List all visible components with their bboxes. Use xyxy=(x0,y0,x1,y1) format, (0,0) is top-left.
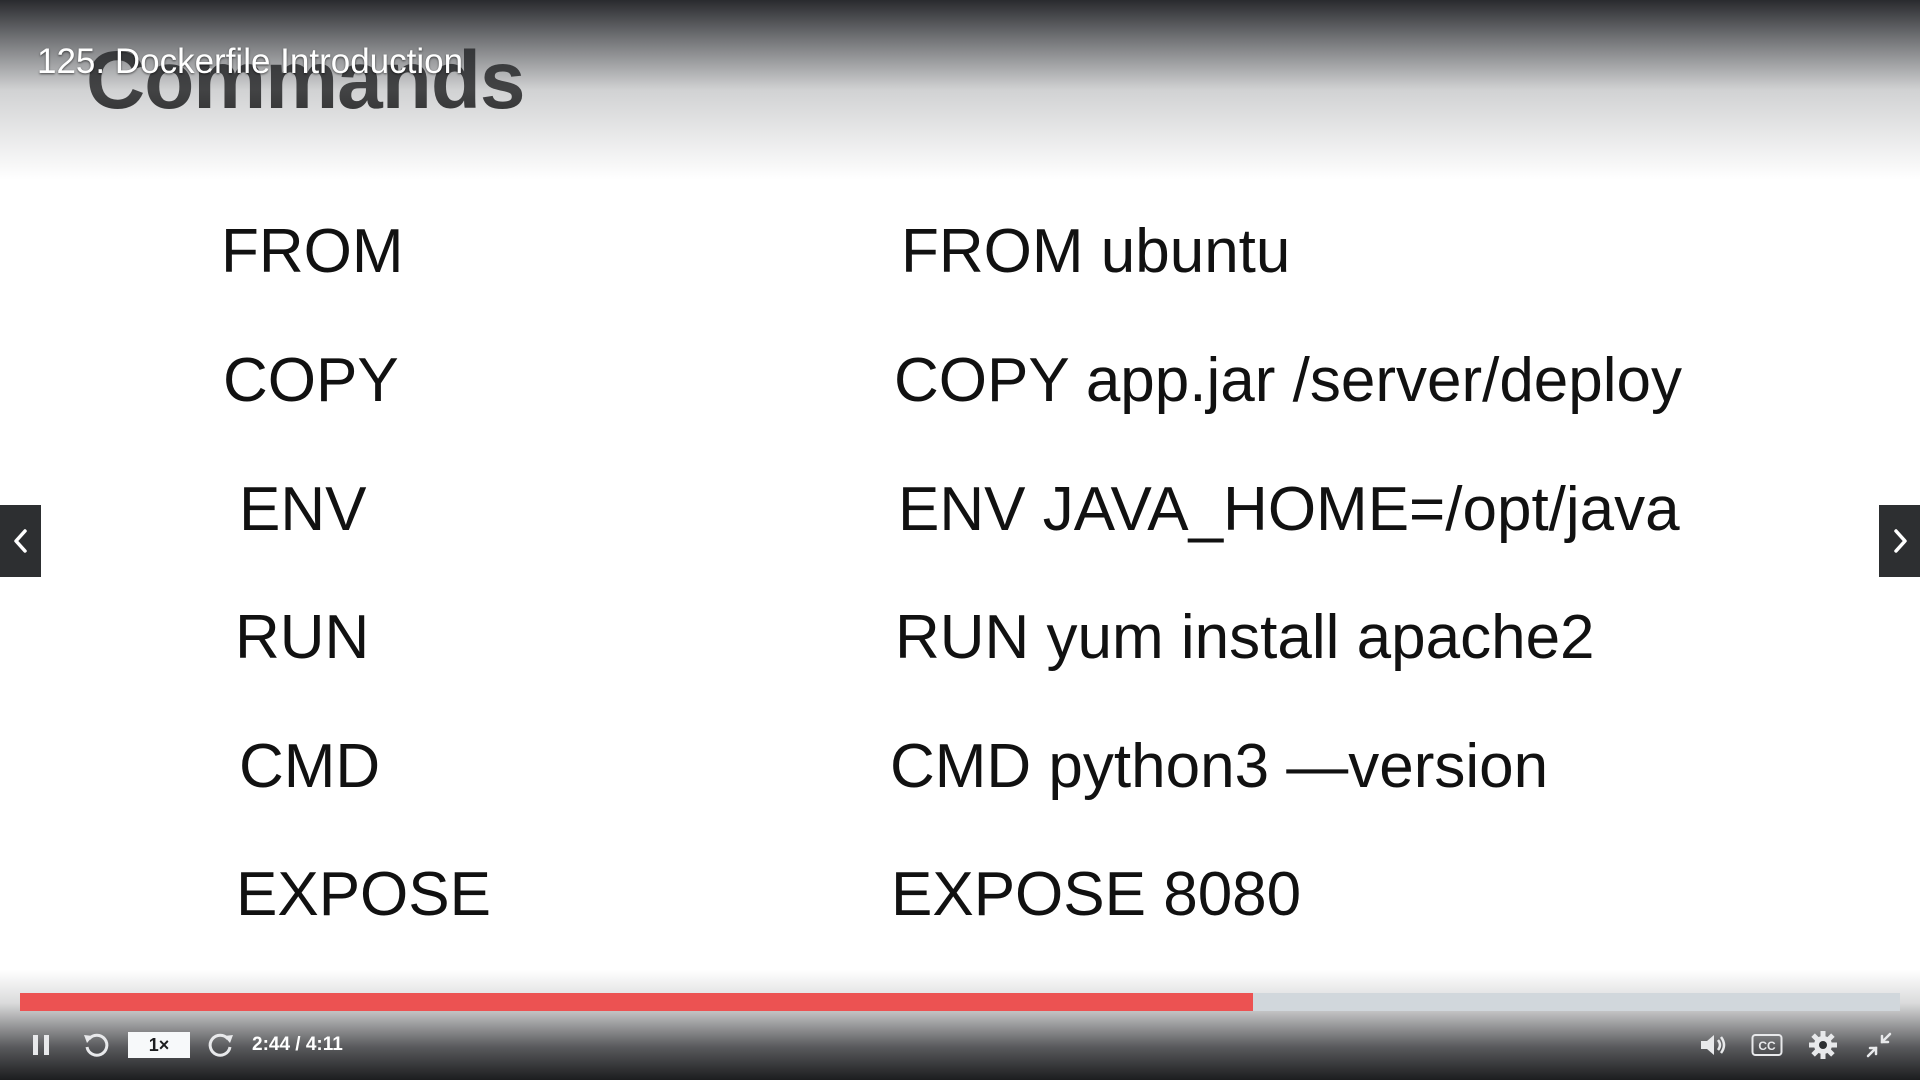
command-row: RUN RUN yum install apache2 xyxy=(0,593,1920,683)
rewind-icon xyxy=(84,1033,109,1057)
exit-fullscreen-icon xyxy=(1866,1032,1892,1058)
command-keyword: FROM xyxy=(221,217,404,286)
captions-button[interactable]: CC xyxy=(1750,1028,1784,1062)
gear-icon xyxy=(1809,1031,1837,1059)
command-example: COPY app.jar /server/deploy xyxy=(894,346,1683,415)
command-example: CMD python3 —version xyxy=(890,732,1549,801)
pause-button[interactable] xyxy=(26,1028,56,1062)
command-row: EXPOSE EXPOSE 8080 xyxy=(0,850,1920,940)
progress-bar[interactable] xyxy=(20,993,1900,1011)
video-player[interactable]: Commands FROM FROM ubuntu COPY COPY app.… xyxy=(0,0,1920,1080)
rewind-button[interactable] xyxy=(80,1028,112,1062)
command-keyword: EXPOSE xyxy=(236,860,491,929)
previous-lecture-button[interactable] xyxy=(0,505,41,577)
command-row: ENV ENV JAVA_HOME=/opt/java xyxy=(0,465,1920,555)
forward-icon xyxy=(208,1033,233,1057)
forward-button[interactable] xyxy=(205,1028,237,1062)
next-lecture-button[interactable] xyxy=(1879,505,1920,577)
pause-icon xyxy=(33,1035,49,1055)
progress-bar-fill xyxy=(20,993,1254,1011)
volume-button[interactable] xyxy=(1697,1028,1731,1062)
command-keyword: COPY xyxy=(223,346,399,415)
command-keyword: RUN xyxy=(235,603,370,672)
command-example: EXPOSE 8080 xyxy=(891,860,1302,929)
command-keyword: CMD xyxy=(239,732,381,801)
command-example: ENV JAVA_HOME=/opt/java xyxy=(898,475,1680,544)
settings-button[interactable] xyxy=(1806,1028,1840,1062)
command-keyword: ENV xyxy=(239,475,367,544)
command-row: CMD CMD python3 —version xyxy=(0,722,1920,812)
exit-fullscreen-button[interactable] xyxy=(1862,1028,1896,1062)
volume-icon xyxy=(1701,1035,1726,1055)
playback-speed-button[interactable]: 1× xyxy=(128,1032,190,1058)
time-display: 2:44 / 4:11 xyxy=(252,1034,343,1055)
control-bar: 1× 2:44 / 4:11 CC xyxy=(0,1024,1920,1066)
command-row: COPY COPY app.jar /server/deploy xyxy=(0,336,1920,426)
chevron-left-icon xyxy=(13,529,27,553)
command-example: RUN yum install apache2 xyxy=(895,603,1595,672)
lecture-title: 125. Dockerfile Introduction xyxy=(37,42,464,81)
captions-icon: CC xyxy=(1751,1034,1783,1056)
chevron-right-icon xyxy=(1893,529,1907,553)
command-row: FROM FROM ubuntu xyxy=(0,207,1920,297)
captions-label: CC xyxy=(1758,1039,1776,1053)
command-example: FROM ubuntu xyxy=(901,217,1291,286)
